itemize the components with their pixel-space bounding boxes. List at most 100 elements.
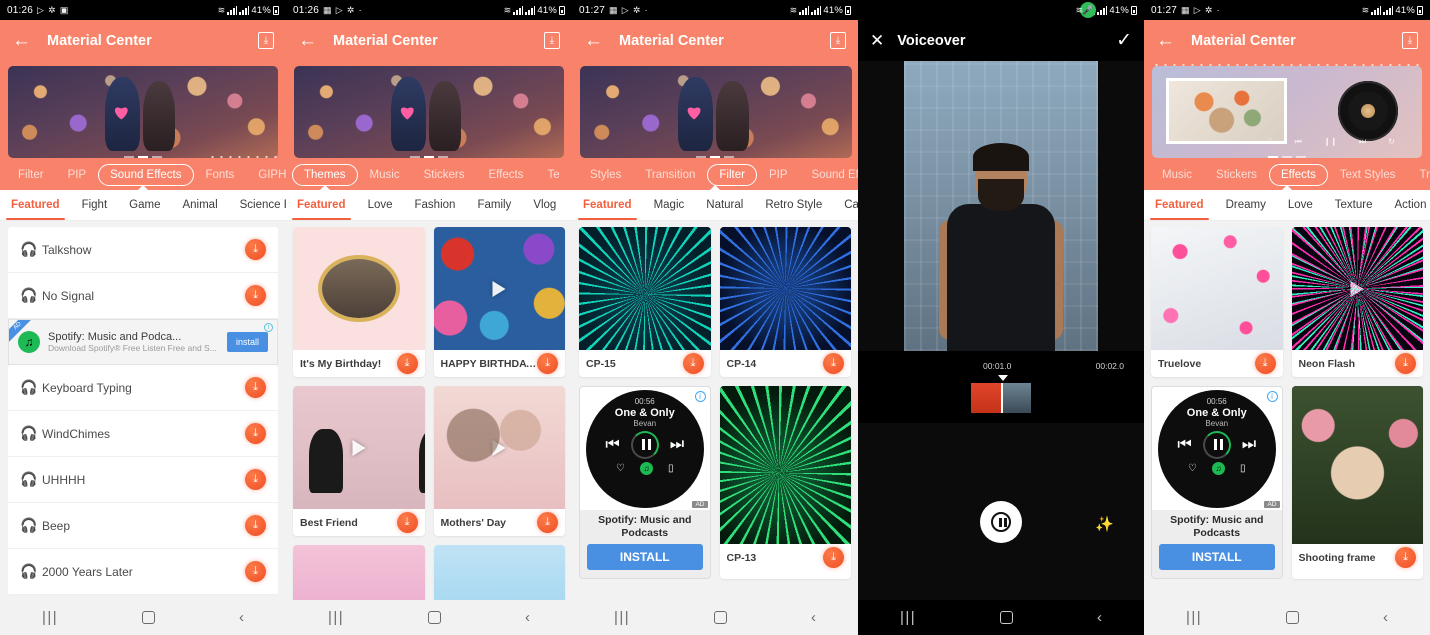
info-icon[interactable]: i [694,391,706,402]
list-item[interactable]: 🎧 No Signal ⤓ [8,273,278,319]
list-item[interactable]: 🎧 2000 Years Later ⤓ [8,549,278,595]
recents-icon[interactable]: ||| [900,609,916,626]
theme-thumbnail[interactable] [433,386,565,509]
theme-tile[interactable] [293,545,425,600]
back-icon[interactable]: ‹ [811,609,816,626]
preview-image[interactable] [580,66,852,158]
theme-thumbnail[interactable] [293,227,425,350]
download-icon[interactable]: ⤓ [682,353,704,374]
category-tab-themes[interactable]: Themes [292,164,358,186]
download-icon[interactable]: ⤓ [245,377,266,398]
download-icon[interactable]: ⤓ [245,285,266,306]
ad-install-button[interactable]: install [226,332,268,352]
downloads-button[interactable]: ⤓ [830,32,846,49]
download-icon[interactable]: ⤓ [245,239,266,260]
subtab-natural[interactable]: Natural [695,190,754,220]
list-item[interactable]: 🎧 Keyboard Typing ⤓ [8,365,278,411]
category-tab-effects[interactable]: Effects [476,165,535,185]
category-tab-filter[interactable]: Filter [707,164,757,186]
category-tab-sound-effects[interactable]: Sound Effe [800,165,858,185]
filter-thumbnail[interactable] [719,227,851,350]
category-tab-text-styles[interactable]: Te [535,165,571,185]
subtab-featured[interactable]: Featured [572,190,643,220]
back-icon[interactable]: ‹ [1097,609,1102,626]
record-button[interactable] [980,501,1022,543]
theme-tile[interactable] [433,545,565,600]
effect-tile[interactable]: Neon Flash ⤓ [1291,227,1423,377]
recents-icon[interactable]: ||| [328,609,344,626]
subtab-game[interactable]: Game [118,190,171,220]
back-button[interactable]: ← [298,31,320,50]
playhead-icon[interactable] [998,375,1008,381]
subtab-action[interactable]: Action [1384,190,1430,220]
downloads-button[interactable]: ⤓ [544,32,560,49]
subtab-family[interactable]: Family [466,190,522,220]
magic-wand-icon[interactable]: ✨ [1095,515,1114,533]
category-tab-text-styles[interactable]: Text Styles [1328,165,1408,185]
subtab-dreamy[interactable]: Dreamy [1215,190,1277,220]
ad-tile[interactable]: 00:56 One & Only Bevan ⏮ ⏭ ♡ ♫ ▯ AD i Sp… [1151,386,1283,579]
info-icon[interactable]: i [1266,391,1278,402]
category-tab-pip[interactable]: PIP [56,165,99,185]
effect-thumbnail[interactable] [1151,227,1283,350]
theme-tile[interactable]: HAPPY BIRTHDAY!! ⤓ [433,227,565,377]
back-icon[interactable]: ‹ [1383,609,1388,626]
ad-install-button[interactable]: INSTALL [587,544,703,570]
home-icon[interactable] [428,611,442,624]
subtab-fashion[interactable]: Fashion [404,190,467,220]
category-tab-giphy[interactable]: GIPH [246,165,286,185]
downloads-button[interactable]: ⤓ [1402,32,1418,49]
filter-tile[interactable]: CP-15 ⤓ [579,227,711,377]
subtab-vlog[interactable]: Vlog [522,190,567,220]
download-icon[interactable]: ⤓ [537,353,558,374]
subtab-magic[interactable]: Magic [643,190,696,220]
category-tab-pip[interactable]: PIP [757,165,800,185]
subtab-love[interactable]: Love [1277,190,1324,220]
subtab-science-fiction[interactable]: Science Fiction [229,190,286,220]
recents-icon[interactable]: ||| [42,609,58,626]
category-tab-music[interactable]: Music [1150,165,1204,185]
home-icon[interactable] [1000,611,1014,624]
effect-thumbnail[interactable] [1291,227,1423,350]
effect-tile[interactable]: Shooting frame ⤓ [1291,386,1423,579]
category-tab-music[interactable]: Music [358,165,412,185]
list-item[interactable]: 🎧 Beep ⤓ [8,503,278,549]
recents-icon[interactable]: ||| [1186,609,1202,626]
filter-thumbnail[interactable] [579,227,711,350]
filter-tile[interactable]: CP-14 ⤓ [719,227,851,377]
download-icon[interactable]: ⤓ [245,561,266,582]
effect-thumbnail[interactable] [1291,386,1423,544]
preview-image[interactable] [8,66,278,158]
download-icon[interactable]: ⤓ [1395,547,1416,568]
back-button[interactable]: ← [584,31,606,50]
theme-tile[interactable]: Mothers' Day ⤓ [433,386,565,536]
close-icon[interactable]: ✕ [870,31,884,51]
download-icon[interactable]: ⤓ [1395,353,1416,374]
category-tab-stickers[interactable]: Stickers [1204,165,1269,185]
home-icon[interactable] [1286,611,1300,624]
theme-thumbnail[interactable] [293,545,425,600]
timeline-clip[interactable] [971,383,1031,413]
download-icon[interactable]: ⤓ [396,512,418,533]
home-icon[interactable] [142,611,156,624]
category-tab-text-styles[interactable]: Styles [578,165,633,185]
inline-ad-banner[interactable]: ♫ Spotify: Music and Podca... Download S… [8,319,278,365]
category-tab-stickers[interactable]: Stickers [412,165,477,185]
back-icon[interactable]: ‹ [525,609,530,626]
home-icon[interactable] [714,611,728,624]
subtab-texture[interactable]: Texture [1324,190,1384,220]
filter-tile[interactable]: CP-13 ⤓ [719,386,851,579]
ad-tile[interactable]: 00:56 One & Only Bevan ⏮ ⏭ ♡ ♫ ▯ AD i Sp… [579,386,711,579]
category-tab-transition[interactable]: Transition [633,165,707,185]
list-item[interactable]: 🎧 Talkshow ⤓ [8,227,278,273]
download-icon[interactable]: ⤓ [1254,353,1276,374]
category-tab-filter[interactable]: Filter [6,165,56,185]
theme-tile[interactable]: Best Friend ⤓ [293,386,425,536]
timeline[interactable]: 00:01.0 00:02.0 [858,351,1144,423]
info-icon[interactable]: i [264,323,273,332]
subtab-featured[interactable]: Featured [1144,190,1215,220]
ad-install-button[interactable]: INSTALL [1159,544,1275,570]
subtab-featured[interactable]: Featured [286,190,357,220]
list-item[interactable]: 🎧 UHHHH ⤓ [8,457,278,503]
category-tab-effects[interactable]: Effects [1268,164,1328,186]
